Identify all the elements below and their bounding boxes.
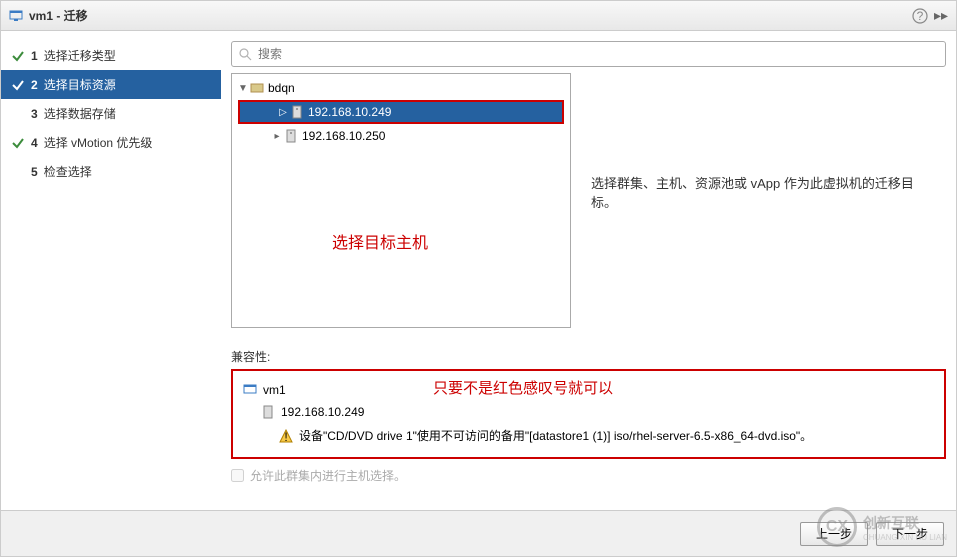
- dialog-footer: 上一步 下一步: [1, 510, 956, 556]
- step-label: 选择目标资源: [44, 76, 116, 93]
- cluster-checkbox-label: 允许此群集内进行主机选择。: [250, 467, 406, 484]
- datacenter-icon: [250, 81, 264, 95]
- step-label: 选择 vMotion 优先级: [44, 134, 153, 151]
- tree-node-host[interactable]: ▷ 192.168.10.249: [240, 102, 562, 122]
- next-button[interactable]: 下一步: [876, 522, 944, 546]
- selected-host-wrap: ▷ 192.168.10.249: [238, 100, 564, 124]
- step-target-resource[interactable]: 2 选择目标资源: [1, 70, 221, 99]
- target-description: 选择群集、主机、资源池或 vApp 作为此虚拟机的迁移目标。: [581, 73, 946, 328]
- step-num: 3: [31, 107, 38, 121]
- compat-host-row: 192.168.10.249: [243, 401, 934, 423]
- tree-label: 192.168.10.249: [308, 105, 391, 119]
- search-icon: [238, 47, 252, 61]
- annotation-note: 只要不是红色感叹号就可以: [433, 377, 613, 398]
- host-icon: [290, 105, 304, 119]
- search-input[interactable]: [258, 47, 939, 61]
- content-row: ▼ bdqn ▷ 192.168.10.249 ▸: [231, 73, 946, 328]
- step-num: 4: [31, 136, 38, 150]
- arrow-down-icon: ▼: [238, 83, 248, 94]
- compatibility-label: 兼容性:: [231, 348, 946, 365]
- arrow-right-icon: ▸: [272, 131, 282, 142]
- compatibility-section: 兼容性: 只要不是红色感叹号就可以 vm1 192.168.10.249 ! 设…: [231, 348, 946, 459]
- help-icon[interactable]: ?: [912, 8, 928, 24]
- step-datastore[interactable]: 3 选择数据存储: [1, 99, 221, 128]
- blank-icon: [11, 107, 25, 121]
- step-label: 检查选择: [44, 163, 92, 180]
- svg-text:?: ?: [917, 9, 924, 23]
- back-button[interactable]: 上一步: [800, 522, 868, 546]
- tree-node-host[interactable]: ▸ 192.168.10.250: [232, 126, 570, 146]
- titlebar: vm1 - 迁移 ? ▸▸: [1, 1, 956, 31]
- compatibility-panel: 只要不是红色感叹号就可以 vm1 192.168.10.249 ! 设备"CD/…: [231, 369, 946, 459]
- warning-icon: !: [279, 429, 293, 443]
- step-review[interactable]: 5 检查选择: [1, 157, 221, 186]
- cluster-checkbox-row: 允许此群集内进行主机选择。: [231, 459, 946, 492]
- dialog-body: 1 选择迁移类型 2 选择目标资源 3 选择数据存储 4 选择 vMotion …: [1, 31, 956, 510]
- check-icon: [11, 136, 25, 150]
- compat-warning-row: ! 设备"CD/DVD drive 1"使用不可访问的备用"[datastore…: [243, 423, 934, 448]
- check-icon: [11, 49, 25, 63]
- host-icon: [284, 129, 298, 143]
- main-content: ▼ bdqn ▷ 192.168.10.249 ▸: [221, 31, 956, 510]
- migrate-dialog: vm1 - 迁移 ? ▸▸ 1 选择迁移类型 2 选择目标资源 3 选择数据存储: [0, 0, 957, 557]
- check-icon: [11, 78, 25, 92]
- step-num: 5: [31, 165, 38, 179]
- step-num: 2: [31, 78, 38, 92]
- step-migration-type[interactable]: 1 选择迁移类型: [1, 41, 221, 70]
- compat-vm-name: vm1: [263, 383, 286, 397]
- cluster-checkbox: [231, 469, 244, 482]
- expand-icon[interactable]: ▸▸: [934, 7, 948, 24]
- tree-label: bdqn: [268, 81, 295, 95]
- annotation-select-host: 选择目标主机: [332, 229, 428, 253]
- blank-icon: [11, 165, 25, 179]
- wizard-sidebar: 1 选择迁移类型 2 选择目标资源 3 选择数据存储 4 选择 vMotion …: [1, 31, 221, 510]
- compat-warning-text: 设备"CD/DVD drive 1"使用不可访问的备用"[datastore1 …: [299, 427, 812, 444]
- svg-text:!: !: [284, 430, 287, 443]
- tree-node-datacenter[interactable]: ▼ bdqn: [232, 78, 570, 98]
- dialog-title: vm1 - 迁移: [29, 7, 912, 24]
- host-icon: [261, 405, 275, 419]
- step-vmotion-priority[interactable]: 4 选择 vMotion 优先级: [1, 128, 221, 157]
- step-label: 选择迁移类型: [44, 47, 116, 64]
- arrow-right-icon: ▷: [278, 107, 288, 118]
- search-box[interactable]: [231, 41, 946, 67]
- resource-tree: ▼ bdqn ▷ 192.168.10.249 ▸: [231, 73, 571, 328]
- compat-host-name: 192.168.10.249: [281, 405, 364, 419]
- vm-icon: [9, 9, 23, 23]
- vm-icon: [243, 383, 257, 397]
- step-label: 选择数据存储: [44, 105, 116, 122]
- step-num: 1: [31, 49, 38, 63]
- tree-label: 192.168.10.250: [302, 129, 385, 143]
